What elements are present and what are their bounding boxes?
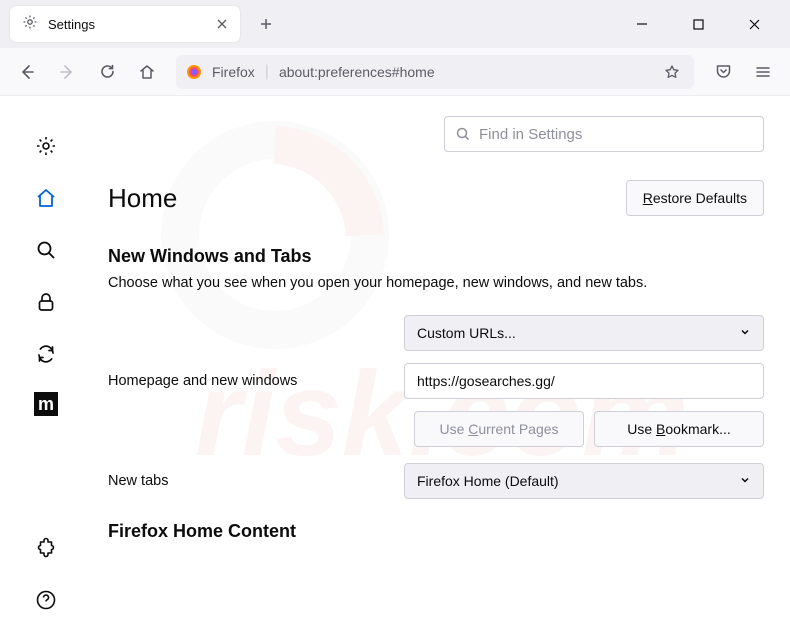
settings-search-box[interactable]	[444, 116, 764, 152]
maximize-button[interactable]	[682, 8, 714, 40]
newtabs-label: New tabs	[108, 473, 388, 489]
homepage-label: Homepage and new windows	[108, 373, 388, 389]
settings-search-input[interactable]	[479, 126, 753, 143]
firefox-identity-icon	[186, 64, 202, 80]
minimize-button[interactable]	[626, 8, 658, 40]
sidebar-help-icon[interactable]	[32, 586, 60, 614]
sidebar-sync-icon[interactable]	[32, 340, 60, 368]
sidebar-general-icon[interactable]	[32, 132, 60, 160]
use-current-pages-button[interactable]: Use Current Pages	[414, 411, 584, 447]
back-button[interactable]	[10, 55, 44, 89]
homepage-url-input[interactable]	[404, 363, 764, 399]
gear-icon	[22, 14, 38, 35]
settings-tab[interactable]: Settings	[10, 6, 240, 42]
homepage-mode-select[interactable]: Custom URLs...	[404, 315, 764, 351]
sidebar-search-icon[interactable]	[32, 236, 60, 264]
settings-main: Home Restore Defaults New Windows and Ta…	[92, 96, 790, 630]
chevron-down-icon	[739, 473, 751, 489]
settings-sidebar: m	[0, 96, 92, 630]
section-firefox-home-content-title: Firefox Home Content	[108, 521, 764, 542]
bookmark-star-icon[interactable]	[664, 64, 680, 80]
reload-button[interactable]	[90, 55, 124, 89]
navigation-toolbar: Firefox | about:preferences#home	[0, 48, 790, 96]
sidebar-privacy-icon[interactable]	[32, 288, 60, 316]
section-new-windows-title: New Windows and Tabs	[108, 246, 764, 267]
section-new-windows-desc: Choose what you see when you open your h…	[108, 275, 764, 291]
restore-defaults-button[interactable]: Restore Defaults	[626, 180, 764, 216]
new-tab-button[interactable]	[250, 8, 282, 40]
search-icon	[455, 126, 471, 142]
sidebar-home-icon[interactable]	[32, 184, 60, 212]
homepage-mode-value: Custom URLs...	[417, 325, 516, 341]
page-title: Home	[108, 183, 626, 214]
forward-button[interactable]	[50, 55, 84, 89]
close-icon[interactable]	[216, 18, 228, 30]
sidebar-more-mozilla[interactable]: m	[34, 392, 58, 416]
tab-title: Settings	[48, 17, 206, 32]
newtabs-mode-select[interactable]: Firefox Home (Default)	[404, 463, 764, 499]
app-menu-button[interactable]	[746, 55, 780, 89]
window-close-button[interactable]	[738, 8, 770, 40]
newtabs-mode-value: Firefox Home (Default)	[417, 473, 559, 489]
sidebar-extensions-icon[interactable]	[32, 534, 60, 562]
urlbar-url: about:preferences#home	[279, 64, 654, 80]
chevron-down-icon	[739, 325, 751, 341]
urlbar-identity-label: Firefox	[212, 64, 255, 80]
url-bar[interactable]: Firefox | about:preferences#home	[176, 55, 694, 89]
use-bookmark-button[interactable]: Use Bookmark...	[594, 411, 764, 447]
urlbar-separator: |	[265, 63, 269, 81]
home-button[interactable]	[130, 55, 164, 89]
pocket-button[interactable]	[706, 55, 740, 89]
tab-strip: Settings	[0, 0, 790, 48]
